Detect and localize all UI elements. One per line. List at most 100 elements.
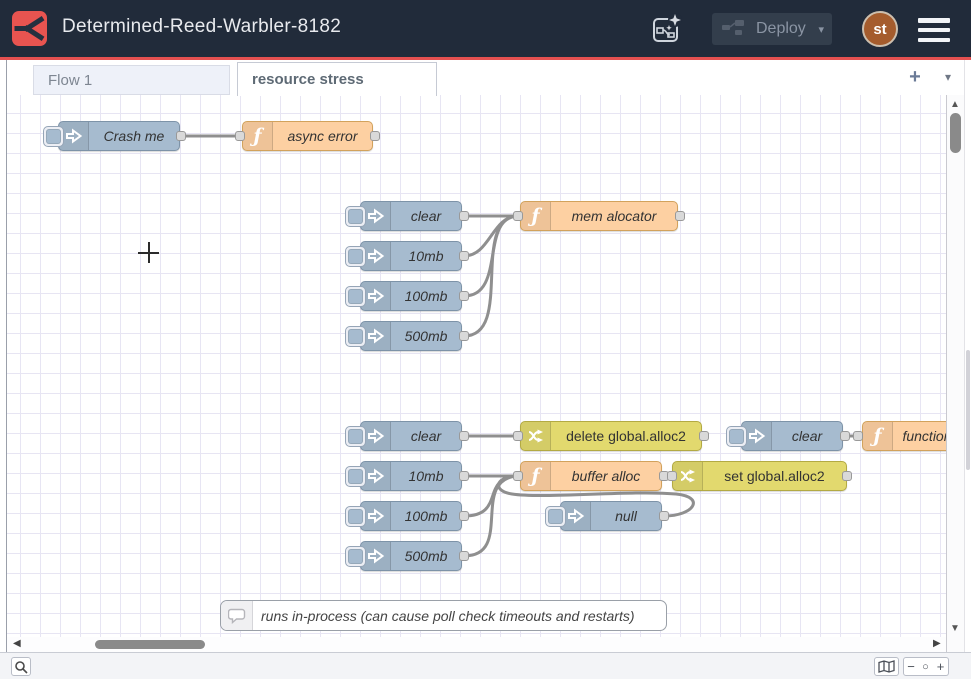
- node-inject-null[interactable]: null: [560, 501, 662, 531]
- port-out-delete-global[interactable]: [699, 431, 709, 441]
- node-label: 100mb: [391, 282, 461, 310]
- node-function-async-error[interactable]: ƒ async error: [242, 121, 373, 151]
- node-function-buffer-alloc[interactable]: ƒ buffer alloc: [520, 461, 662, 491]
- node-comment[interactable]: runs in-process (can cause poll check ti…: [220, 600, 667, 631]
- port-out-100mb-a[interactable]: [459, 291, 469, 301]
- node-inject-500mb-b[interactable]: 500mb: [360, 541, 462, 571]
- wire-10mb-memalocator[interactable]: [464, 216, 518, 256]
- port-out-async-error[interactable]: [370, 131, 380, 141]
- port-out-clear-c[interactable]: [840, 431, 850, 441]
- browser-scroll-thumb[interactable]: [966, 350, 970, 470]
- vertical-scrollbar[interactable]: ▲ ▼: [946, 95, 964, 652]
- node-inject-100mb-a[interactable]: 100mb: [360, 281, 462, 311]
- function-glyph: ƒ: [531, 207, 539, 226]
- inject-trigger-button[interactable]: [726, 426, 747, 447]
- function-glyph: ƒ: [531, 467, 539, 486]
- node-label: delete global.alloc2: [551, 422, 701, 450]
- scroll-down-arrow-icon[interactable]: ▼: [950, 623, 960, 634]
- wire-100mb-memalocator[interactable]: [464, 216, 517, 296]
- port-out-500mb-b[interactable]: [459, 551, 469, 561]
- zoom-in-button[interactable]: +: [933, 657, 949, 676]
- deploy-button[interactable]: Deploy ▾: [712, 13, 832, 45]
- port-out-null[interactable]: [659, 511, 669, 521]
- wire-500mb-bufferalloc[interactable]: [464, 476, 517, 556]
- node-inject-clear-b[interactable]: clear: [360, 421, 462, 451]
- ai-assistant-button[interactable]: [648, 11, 684, 47]
- node-inject-500mb-a[interactable]: 500mb: [360, 321, 462, 351]
- zoom-reset-button[interactable]: ○: [918, 657, 934, 676]
- node-inject-10mb-b[interactable]: 10mb: [360, 461, 462, 491]
- inject-button-face: [348, 249, 363, 264]
- scroll-left-arrow-icon[interactable]: ◀: [13, 638, 21, 649]
- node-inject-100mb-b[interactable]: 100mb: [360, 501, 462, 531]
- node-label: 10mb: [391, 462, 461, 490]
- inject-button-face: [348, 509, 363, 524]
- inject-button-face: [729, 429, 744, 444]
- node-function-clipped[interactable]: ƒ function: [862, 421, 946, 451]
- port-in-buffer-alloc[interactable]: [513, 471, 523, 481]
- node-inject-10mb-a[interactable]: 10mb: [360, 241, 462, 271]
- scroll-up-arrow-icon[interactable]: ▲: [950, 99, 960, 110]
- port-out-100mb-b[interactable]: [459, 511, 469, 521]
- zoom-out-button[interactable]: −: [903, 657, 919, 676]
- inject-trigger-button[interactable]: [345, 246, 366, 267]
- wire-500mb-memalocator[interactable]: [464, 216, 517, 336]
- flow-canvas[interactable]: Crash me ƒ async error clear 10mb 100mb …: [7, 95, 946, 637]
- tab-flow-1[interactable]: Flow 1: [33, 65, 230, 95]
- inject-trigger-button[interactable]: [545, 506, 566, 527]
- port-out-10mb-b[interactable]: [459, 471, 469, 481]
- inject-trigger-button[interactable]: [345, 506, 366, 527]
- vertical-scroll-thumb[interactable]: [950, 113, 961, 153]
- node-inject-crash-me[interactable]: Crash me: [58, 121, 180, 151]
- port-out-clear-b[interactable]: [459, 431, 469, 441]
- node-change-set-global-alloc2[interactable]: set global.alloc2: [672, 461, 847, 491]
- inject-trigger-button[interactable]: [345, 466, 366, 487]
- port-out-set-global[interactable]: [842, 471, 852, 481]
- inject-trigger-button[interactable]: [345, 326, 366, 347]
- node-label: 100mb: [391, 502, 461, 530]
- port-out-500mb-a[interactable]: [459, 331, 469, 341]
- node-label: 10mb: [391, 242, 461, 270]
- horizontal-scrollbar[interactable]: ◀ ▶: [7, 637, 946, 652]
- inject-button-face: [348, 429, 363, 444]
- inject-button-face: [348, 209, 363, 224]
- wires-layer: [7, 95, 946, 637]
- inject-trigger-button[interactable]: [345, 286, 366, 307]
- horizontal-scroll-thumb[interactable]: [95, 640, 205, 649]
- inject-trigger-button[interactable]: [345, 426, 366, 447]
- user-avatar[interactable]: st: [862, 11, 898, 47]
- port-in-delete-global[interactable]: [513, 431, 523, 441]
- node-label: set global.alloc2: [703, 462, 846, 490]
- node-inject-clear-a[interactable]: clear: [360, 201, 462, 231]
- node-label: async error: [273, 122, 372, 150]
- node-label: clear: [772, 422, 842, 450]
- port-in-async-error[interactable]: [235, 131, 245, 141]
- node-inject-clear-c[interactable]: clear: [741, 421, 843, 451]
- add-flow-button[interactable]: +: [903, 66, 927, 92]
- inject-trigger-button[interactable]: [43, 126, 64, 147]
- port-in-set-global[interactable]: [667, 471, 677, 481]
- main-menu-button[interactable]: [918, 18, 950, 42]
- inject-trigger-button[interactable]: [345, 206, 366, 227]
- port-in-function[interactable]: [853, 431, 863, 441]
- node-change-delete-global-alloc2[interactable]: delete global.alloc2: [520, 421, 702, 451]
- navigator-map-button[interactable]: [874, 657, 899, 676]
- function-icon: ƒ: [521, 202, 551, 230]
- scroll-right-arrow-icon[interactable]: ▶: [933, 638, 941, 649]
- port-out-mem-alocator[interactable]: [675, 211, 685, 221]
- hamburger-bar: [918, 28, 950, 33]
- port-in-mem-alocator[interactable]: [513, 211, 523, 221]
- wire-100mb-bufferalloc[interactable]: [464, 476, 517, 516]
- crosshair-cursor: [148, 242, 150, 263]
- flow-list-caret-icon[interactable]: ▾: [938, 70, 958, 90]
- function-icon: ƒ: [243, 122, 273, 150]
- port-out-10mb-a[interactable]: [459, 251, 469, 261]
- deploy-caret-icon[interactable]: ▾: [812, 23, 824, 36]
- port-out-crash-me[interactable]: [176, 131, 186, 141]
- tab-resource-stress[interactable]: resource stress: [237, 62, 437, 96]
- port-out-clear-a[interactable]: [459, 211, 469, 221]
- inject-trigger-button[interactable]: [345, 546, 366, 567]
- change-shuffle-icon: [673, 462, 703, 490]
- search-flows-button[interactable]: [11, 657, 31, 676]
- node-function-mem-alocator[interactable]: ƒ mem alocator: [520, 201, 678, 231]
